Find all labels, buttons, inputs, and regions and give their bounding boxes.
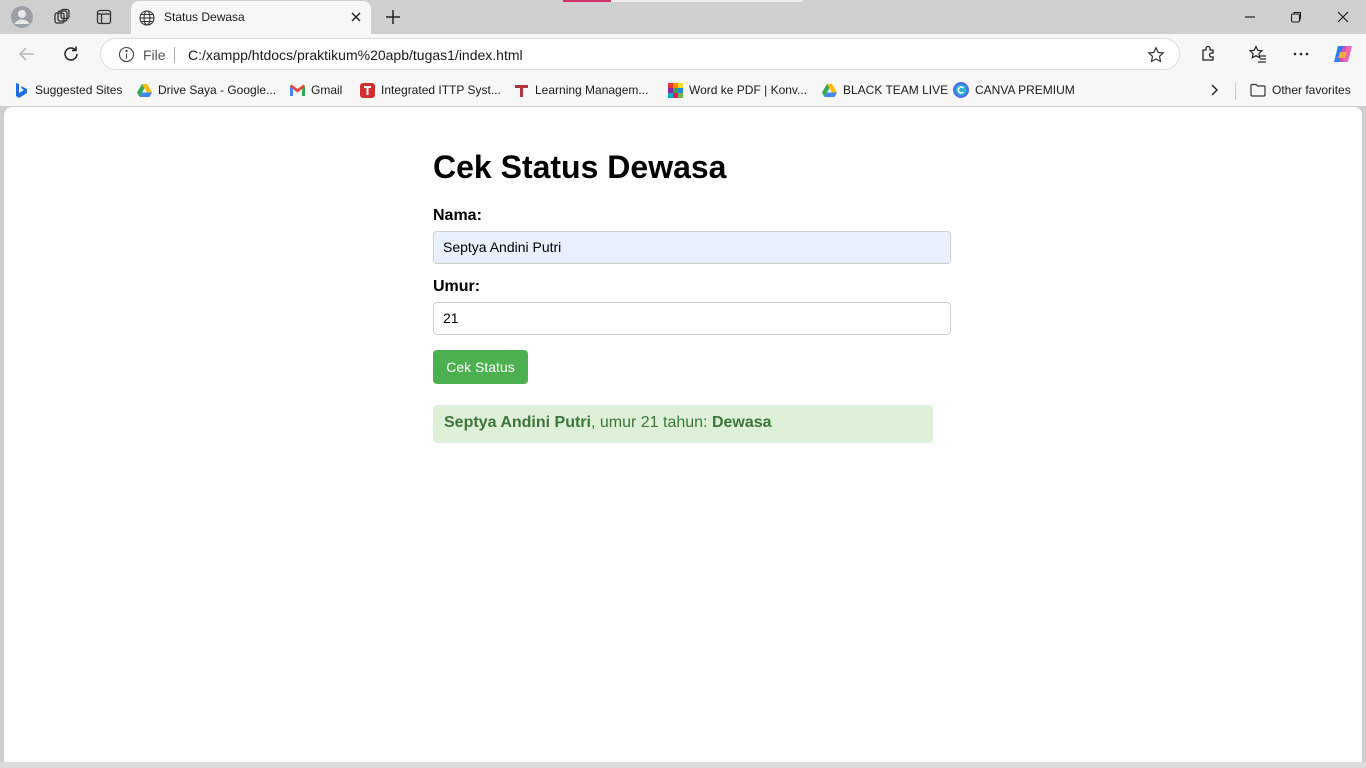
bookmark-label: CANVA PREMIUM [975, 83, 1075, 97]
bookmark-ittp[interactable]: Integrated ITTP Syst... [359, 82, 501, 98]
bookmarks-separator [1235, 82, 1236, 100]
bookmark-label: BLACK TEAM LIVE [843, 83, 949, 97]
address-bar[interactable]: File C:/xampp/htdocs/praktikum%20apb/tug… [100, 38, 1180, 70]
profile-icon[interactable] [9, 5, 35, 29]
google-drive-icon [136, 82, 152, 98]
address-toolbar: File C:/xampp/htdocs/praktikum%20apb/tug… [0, 34, 1366, 74]
close-tab-icon[interactable] [348, 9, 364, 25]
result-message: Septya Andini Putri, umur 21 tahun: Dewa… [433, 405, 933, 443]
name-label: Nama: [433, 207, 482, 224]
bookmark-label: Word ke PDF | Konv... [689, 83, 808, 97]
age-input[interactable]: 21 [433, 302, 951, 335]
window-bottom-edge [0, 762, 1366, 768]
canva-icon [953, 82, 969, 98]
refresh-icon[interactable] [60, 43, 82, 65]
url-text[interactable]: C:/xampp/htdocs/praktikum%20apb/tugas1/i… [188, 47, 523, 63]
copilot-icon[interactable] [1332, 43, 1354, 65]
result-name: Septya Andini Putri [444, 414, 591, 431]
bookmark-canva[interactable]: CANVA PREMIUM [953, 82, 1075, 98]
other-favorites-label: Other favorites [1272, 83, 1351, 97]
bookmark-label: Gmail [311, 83, 343, 97]
more-menu-icon[interactable] [1290, 43, 1312, 65]
extensions-icon[interactable] [1198, 43, 1220, 65]
bookmark-suggested-sites[interactable]: Suggested Sites [13, 82, 122, 98]
tab-strip-accent-2 [611, 0, 803, 2]
gmail-icon [289, 82, 305, 98]
lms-icon [513, 82, 529, 98]
scheme-label: File [143, 47, 166, 63]
bing-icon [13, 82, 29, 98]
bookmark-label: Integrated ITTP Syst... [381, 83, 501, 97]
name-input[interactable]: Septya Andini Putri [433, 231, 951, 264]
bookmark-label: Suggested Sites [35, 83, 123, 97]
bookmark-label: Learning Managem... [535, 83, 649, 97]
chevron-right-icon[interactable] [1206, 82, 1222, 101]
age-label: Umur: [433, 278, 481, 295]
favorite-star-icon[interactable] [1147, 46, 1165, 67]
minimize-icon[interactable] [1241, 8, 1259, 26]
page-viewport: Cek Status Dewasa Nama: Septya Andini Pu… [4, 107, 1362, 762]
globe-icon [139, 10, 155, 29]
workspaces-icon[interactable] [49, 5, 75, 29]
google-drive-icon [821, 82, 837, 98]
folder-icon [1250, 82, 1266, 98]
check-status-button[interactable]: Cek Status [433, 350, 528, 384]
back-icon[interactable] [16, 43, 38, 65]
other-favorites[interactable]: Other favorites [1250, 82, 1351, 98]
tab-strip-accent [563, 0, 611, 2]
bookmark-drive[interactable]: Drive Saya - Google... [136, 82, 276, 98]
result-text: , umur 21 tahun: [590, 414, 712, 431]
new-tab-icon[interactable] [382, 6, 404, 28]
bookmarks-bar: Suggested Sites Drive Saya - Google... G… [0, 74, 1366, 106]
bookmark-lms[interactable]: Learning Managem... [513, 82, 648, 98]
address-separator [174, 47, 175, 63]
close-window-icon[interactable] [1334, 8, 1352, 26]
bookmark-label: Drive Saya - Google... [158, 83, 277, 97]
active-tab[interactable]: Status Dewasa [131, 1, 371, 34]
info-icon[interactable] [118, 46, 135, 66]
ittp-icon [359, 82, 375, 98]
tab-strip: Status Dewasa [0, 0, 1366, 34]
bookmark-black-team[interactable]: BLACK TEAM LIVE [821, 82, 948, 98]
word-pdf-icon [667, 82, 683, 98]
bookmark-word-pdf[interactable]: Word ke PDF | Konv... [667, 82, 807, 98]
restore-icon[interactable] [1287, 8, 1305, 26]
vertical-tabs-icon[interactable] [91, 5, 117, 29]
tab-title: Status Dewasa [164, 10, 245, 24]
favorites-icon[interactable] [1247, 43, 1269, 65]
page-title: Cek Status Dewasa [433, 149, 727, 185]
result-status: Dewasa [711, 414, 772, 431]
bookmark-gmail[interactable]: Gmail [289, 82, 342, 98]
